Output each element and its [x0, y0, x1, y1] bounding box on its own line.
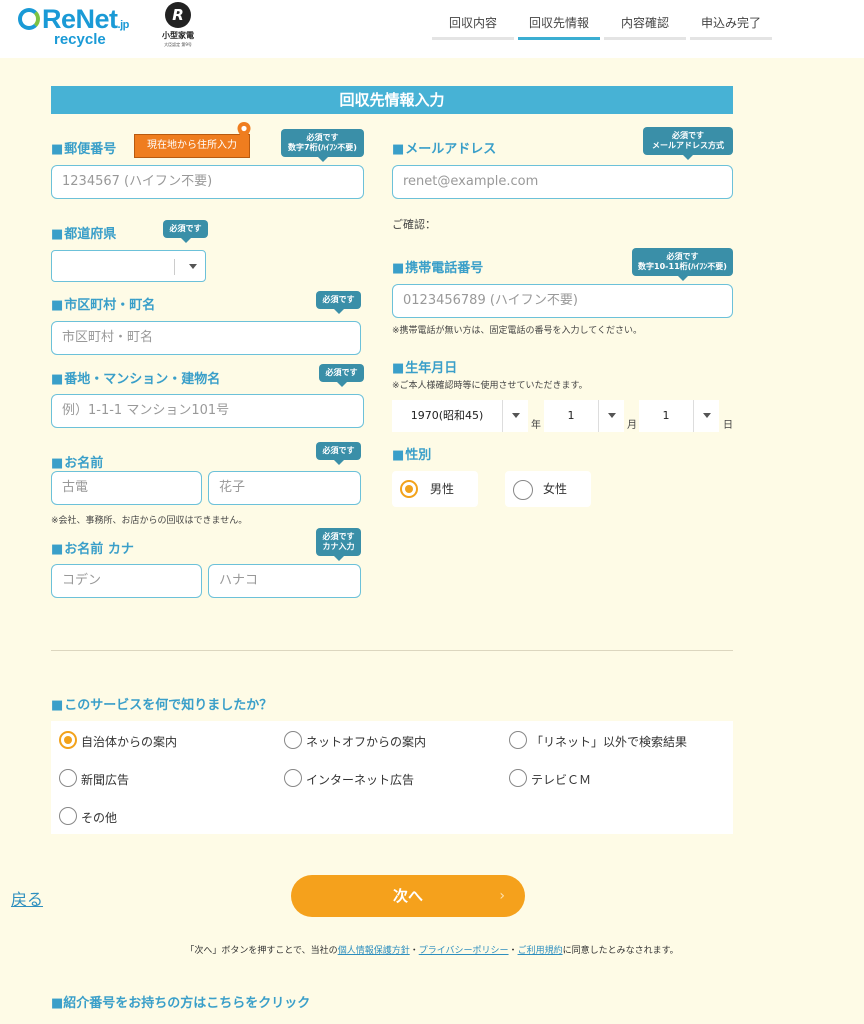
prefecture-select[interactable] [51, 250, 206, 282]
geolocate-address-button[interactable]: 現在地から住所入力 [134, 134, 250, 158]
map-pin-icon [237, 122, 251, 140]
step-collection-info: 回収先情報 [518, 14, 600, 40]
gender-option-male[interactable]: 男性 [392, 471, 478, 507]
gender-option-female[interactable]: 女性 [505, 471, 591, 507]
consent-text: 「次へ」ボタンを押すことで、当社の個人情報保護方針・プライバシーポリシー・ご利用… [185, 946, 679, 956]
select-divider [174, 259, 175, 275]
recycle-ring-icon [18, 8, 40, 30]
month-unit: 月 [627, 420, 637, 431]
radio-selected[interactable] [400, 480, 418, 498]
name-required-badge: 必須です [316, 442, 361, 465]
name-note: ※会社、事務所、お店からの回収はできません。 [51, 516, 248, 526]
radio-unselected[interactable] [284, 769, 302, 787]
postal-required-badge: 必須です 数字7桁(ﾊｲﾌﾝ不要) [281, 129, 364, 162]
kana-label: お名前 カナ [51, 538, 134, 557]
section-title: 回収先情報入力 [51, 86, 733, 114]
section-divider [51, 650, 733, 651]
postal-label: 郵便番号 [51, 138, 116, 157]
progress-steps: 回収内容 回収先情報 内容確認 申込み完了 [432, 14, 776, 40]
phone-input[interactable]: 0123456789 (ハイフン不要) [392, 284, 733, 318]
phone-required-badge: 必須です 数字10-11桁(ﾊｲﾌﾝ不要) [632, 248, 733, 281]
birthdate-note: ※ご本人様確認時等に使用させていただきます。 [392, 381, 588, 391]
prefecture-label: 都道府県 [51, 223, 116, 242]
gender-label: 性別 [392, 444, 431, 463]
survey-options-panel: 自治体からの案内 ネットオフからの案内 「リネット」以外で検索結果 新聞広告 イ… [51, 721, 733, 834]
email-required-badge: 必須です メールアドレス方式 [643, 127, 733, 160]
logo-subtitle: recycle [54, 31, 106, 48]
privacy-protection-link[interactable]: 個人情報保護方針 [338, 946, 410, 956]
referral-code-link[interactable]: ■紹介番号をお持ちの方はこちらをクリック [51, 992, 310, 1011]
email-label: メールアドレス [392, 138, 496, 157]
back-link[interactable]: 戻る [11, 886, 43, 910]
certification-text: 小型家電 [162, 31, 194, 40]
email-confirm-label: ご確認： [392, 218, 436, 231]
birthdate-label: 生年月日 [392, 357, 457, 376]
step-complete: 申込み完了 [690, 14, 772, 40]
radio-unselected[interactable] [509, 731, 527, 749]
email-input[interactable]: renet@example.com [392, 165, 733, 199]
radio-unselected[interactable] [59, 769, 77, 787]
kana-required-badge: 必須です カナ入力 [316, 528, 361, 561]
postal-code-input[interactable]: 1234567 (ハイフン不要) [51, 165, 364, 199]
name-label: お名前 [51, 452, 103, 471]
next-button-label: 次へ [392, 887, 423, 905]
step-confirm: 内容確認 [604, 14, 686, 40]
address-required-badge: 必須です [319, 364, 364, 387]
certification-mark-icon: R [165, 2, 191, 28]
certification-small-text: 大臣認定 第9号 [164, 42, 192, 47]
day-unit: 日 [723, 420, 733, 431]
prefecture-required-badge: 必須です [163, 220, 208, 243]
phone-label: 携帯電話番号 [392, 257, 483, 276]
chevron-right-icon: › [499, 888, 505, 904]
radio-unselected[interactable] [284, 731, 302, 749]
privacy-policy-link[interactable]: プライバシーポリシー [419, 946, 509, 956]
last-name-kana-input[interactable]: コデン [51, 564, 202, 598]
survey-question: このサービスを何で知りましたか？ [51, 694, 272, 713]
first-name-kana-input[interactable]: ハナコ [208, 564, 361, 598]
next-button[interactable]: 次へ › [291, 875, 525, 917]
certification-badge: R 小型家電 大臣認定 第9号 [157, 0, 199, 52]
birth-month-select[interactable]: 1 [544, 400, 598, 432]
address-label: 番地・マンション・建物名 [51, 368, 220, 387]
first-name-input[interactable]: 花子 [208, 471, 361, 505]
site-header: ReNet.jp recycle R 小型家電 大臣認定 第9号 回収内容 回収… [0, 0, 864, 58]
chevron-down-icon[interactable] [502, 400, 528, 432]
city-label: 市区町村・町名 [51, 294, 155, 313]
city-input[interactable]: 市区町村・町名 [51, 321, 361, 355]
last-name-input[interactable]: 古電 [51, 471, 202, 505]
city-required-badge: 必須です [316, 291, 361, 314]
chevron-down-icon [189, 264, 197, 269]
radio-unselected[interactable] [59, 807, 77, 825]
phone-note: ※携帯電話が無い方は、固定電話の番号を入力してください。 [392, 326, 643, 336]
step-collection-content: 回収内容 [432, 14, 514, 40]
radio-unselected[interactable] [509, 769, 527, 787]
radio-unselected[interactable] [513, 480, 533, 500]
birth-year-select[interactable]: 1970(昭和45) [392, 400, 502, 432]
address-input[interactable]: 例）1-1-1 マンション101号 [51, 394, 364, 428]
renet-logo[interactable]: ReNet.jp recycle [18, 4, 148, 50]
terms-of-use-link[interactable]: ご利用規約 [518, 946, 563, 956]
birth-day-select[interactable]: 1 [639, 400, 693, 432]
radio-selected[interactable] [59, 731, 77, 749]
chevron-down-icon[interactable] [693, 400, 719, 432]
chevron-down-icon[interactable] [598, 400, 624, 432]
year-unit: 年 [531, 420, 541, 431]
